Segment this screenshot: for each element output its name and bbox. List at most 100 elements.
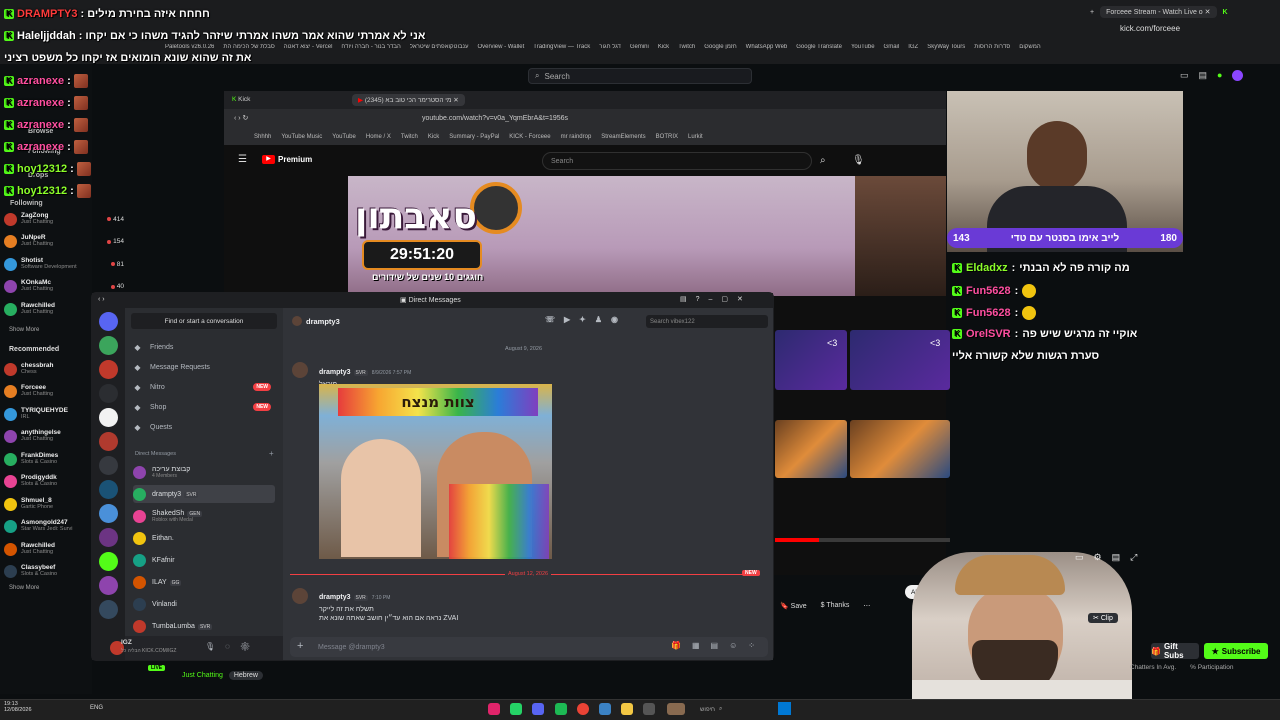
chat-username[interactable]: Fun5628 <box>966 285 1011 297</box>
gift-subs-button[interactable]: 🎁 Gift Subs <box>1151 642 1199 660</box>
show-more-recommended[interactable]: Show More <box>9 585 39 591</box>
message-author[interactable]: drampty3 <box>319 594 351 601</box>
call-icons[interactable]: ☏▶✦♟◉ <box>545 315 627 324</box>
kick-logo-icon[interactable]: ● <box>1217 70 1222 81</box>
bookmark-item[interactable]: TradingView — Track <box>533 44 590 56</box>
chat-username[interactable]: Haleljjddah <box>17 30 76 42</box>
pip-icon[interactable]: ▭ <box>1075 552 1084 563</box>
nav-item-nitro[interactable]: ◆ Nitro NEW <box>133 379 275 395</box>
windows-start-icon[interactable] <box>778 702 791 715</box>
avatar[interactable] <box>1232 70 1244 81</box>
bookmark-item[interactable]: Gemini <box>630 44 649 56</box>
fullscreen-icon[interactable]: ⤢ <box>1130 552 1137 563</box>
nav-item-quests[interactable]: ◆ Quests <box>133 419 275 435</box>
category-link[interactable]: Just Chatting <box>182 672 223 679</box>
chat-username[interactable]: DRAMPTY3 <box>17 8 78 20</box>
more-icon[interactable]: ⋯ <box>863 602 870 610</box>
video-progress-track[interactable] <box>775 538 950 542</box>
language-chip[interactable]: Hebrew <box>228 671 263 680</box>
app-icon[interactable] <box>667 703 685 715</box>
bookmark-item[interactable]: YouTube <box>851 44 875 56</box>
bookmark-item[interactable]: Google Translate <box>796 44 842 56</box>
bookmark-item[interactable]: mr raindrop <box>561 134 592 140</box>
chat-username[interactable]: azranexe <box>17 97 64 109</box>
sidebar-channel[interactable]: ZagZong Just Chatting 414 <box>4 208 124 230</box>
bookmark-item[interactable]: SkyWay Tours <box>927 44 965 56</box>
server-icon[interactable] <box>99 384 118 403</box>
add-dm-icon[interactable]: + <box>269 449 274 458</box>
thanks-button[interactable]: $ Thanks <box>821 602 850 610</box>
recommended-video-thumb[interactable]: <3 <box>775 330 847 390</box>
bookmark-item[interactable]: דגל חגור <box>599 44 621 56</box>
user-controls[interactable]: 🎙◌⚙ <box>205 642 260 651</box>
new-tab-button[interactable]: + <box>1090 9 1094 16</box>
app-icon[interactable] <box>488 703 500 715</box>
dm-item[interactable]: drampty3 SVR <box>133 485 275 503</box>
theater-icon[interactable]: ▭ <box>1180 70 1189 81</box>
message-author[interactable]: drampty3 <box>319 369 351 376</box>
sidebar-channel[interactable]: Shotist Software Development 81 <box>4 253 124 275</box>
clip-button[interactable]: ✂ Clip <box>1088 613 1118 623</box>
app-icon[interactable] <box>643 703 655 715</box>
chat-username[interactable]: Eldadxz <box>966 262 1008 274</box>
window-controls[interactable]: ▤?–▢✕ <box>680 295 752 303</box>
server-icon[interactable] <box>99 504 118 523</box>
search-icon[interactable]: ⌕ <box>820 155 826 166</box>
chat-username[interactable]: azranexe <box>17 141 64 153</box>
dm-item[interactable]: Eithan. <box>133 529 275 547</box>
server-icon[interactable] <box>99 432 118 451</box>
chat-username[interactable]: hoy12312 <box>17 163 67 175</box>
recommended-video-thumb[interactable]: <3 <box>850 330 950 390</box>
language-indicator[interactable]: ENG <box>90 705 103 711</box>
chat-toggle-icon[interactable]: ▤ <box>1199 70 1208 81</box>
browser-tab-active[interactable]: Forceee Stream - Watch Live o ✕ <box>1100 6 1217 18</box>
bookmark-item[interactable]: KICK - Forceee <box>509 134 550 140</box>
bookmark-item[interactable]: Lurkit <box>688 134 703 140</box>
taskbar-search[interactable]: חיפוש ⌕ <box>700 703 770 716</box>
chat-username[interactable]: azranexe <box>17 119 64 131</box>
server-icon[interactable] <box>99 336 118 355</box>
whatsapp-icon[interactable] <box>510 703 522 715</box>
bookmark-item[interactable]: Kick <box>658 44 669 56</box>
chrome-icon[interactable] <box>577 703 589 715</box>
server-icon[interactable] <box>99 456 118 475</box>
theater-icon[interactable]: ▤ <box>1112 552 1121 563</box>
nav-item-friends[interactable]: ◆ Friends <box>133 339 275 355</box>
input-tool-icons[interactable]: 🎁▦▤☺⁘ <box>671 641 766 650</box>
save-button[interactable]: 🔖 Save <box>780 602 807 610</box>
server-icon[interactable] <box>99 360 118 379</box>
message-input[interactable]: + Message @drampty3 🎁▦▤☺⁘ <box>290 637 768 657</box>
dm-item[interactable]: ILAY GG <box>133 573 275 591</box>
bookmark-item[interactable]: BOTRIX <box>656 134 678 140</box>
bookmark-item[interactable]: StreamElements <box>601 134 645 140</box>
youtube-search-input[interactable]: Search <box>542 152 812 170</box>
subscribe-button[interactable]: ★ Subscribe <box>1204 643 1268 659</box>
kick-search-input[interactable]: ⌕ Search <box>528 68 752 84</box>
show-more-following[interactable]: Show More <box>9 327 39 333</box>
chat-username[interactable]: OrelSVR <box>966 328 1011 340</box>
dm-item[interactable]: Vinlandi <box>133 595 275 613</box>
recommended-video-thumb[interactable] <box>775 420 847 478</box>
bookmark-item[interactable]: Google חזמן <box>704 44 736 56</box>
bookmark-item[interactable]: WhatsApp Web <box>746 44 788 56</box>
microphone-icon[interactable]: 🎙 <box>852 155 865 166</box>
server-icon[interactable] <box>99 408 118 427</box>
chat-username[interactable]: Fun5628 <box>966 307 1011 319</box>
dm-item[interactable]: קבוצת עריכה 4 Members <box>133 463 275 481</box>
dm-item[interactable]: TumbaLumba SVR <box>133 617 275 635</box>
add-attachment-icon[interactable]: + <box>297 640 303 652</box>
settings-icon[interactable]: ⚙ <box>1094 552 1102 563</box>
address-bar[interactable]: kick.com/forceee <box>1120 24 1270 38</box>
recommended-video-thumb[interactable] <box>850 420 950 478</box>
server-icon[interactable] <box>99 528 118 547</box>
chat-search-input[interactable]: Search vibex122 <box>646 315 768 328</box>
chat-username[interactable]: hoy12312 <box>17 185 67 197</box>
bookmark-item[interactable]: Twitch <box>678 44 695 56</box>
spotify-icon[interactable] <box>555 703 567 715</box>
nav-item-message-requests[interactable]: ◆ Message Requests <box>133 359 275 375</box>
folder-icon[interactable] <box>621 703 633 715</box>
server-icon[interactable] <box>99 312 118 331</box>
nav-item-shop[interactable]: ◆ Shop NEW <box>133 399 275 415</box>
find-conversation-input[interactable]: Find or start a conversation <box>131 313 277 329</box>
sidebar-channel[interactable]: JuNpeR Just Chatting 154 <box>4 231 124 253</box>
